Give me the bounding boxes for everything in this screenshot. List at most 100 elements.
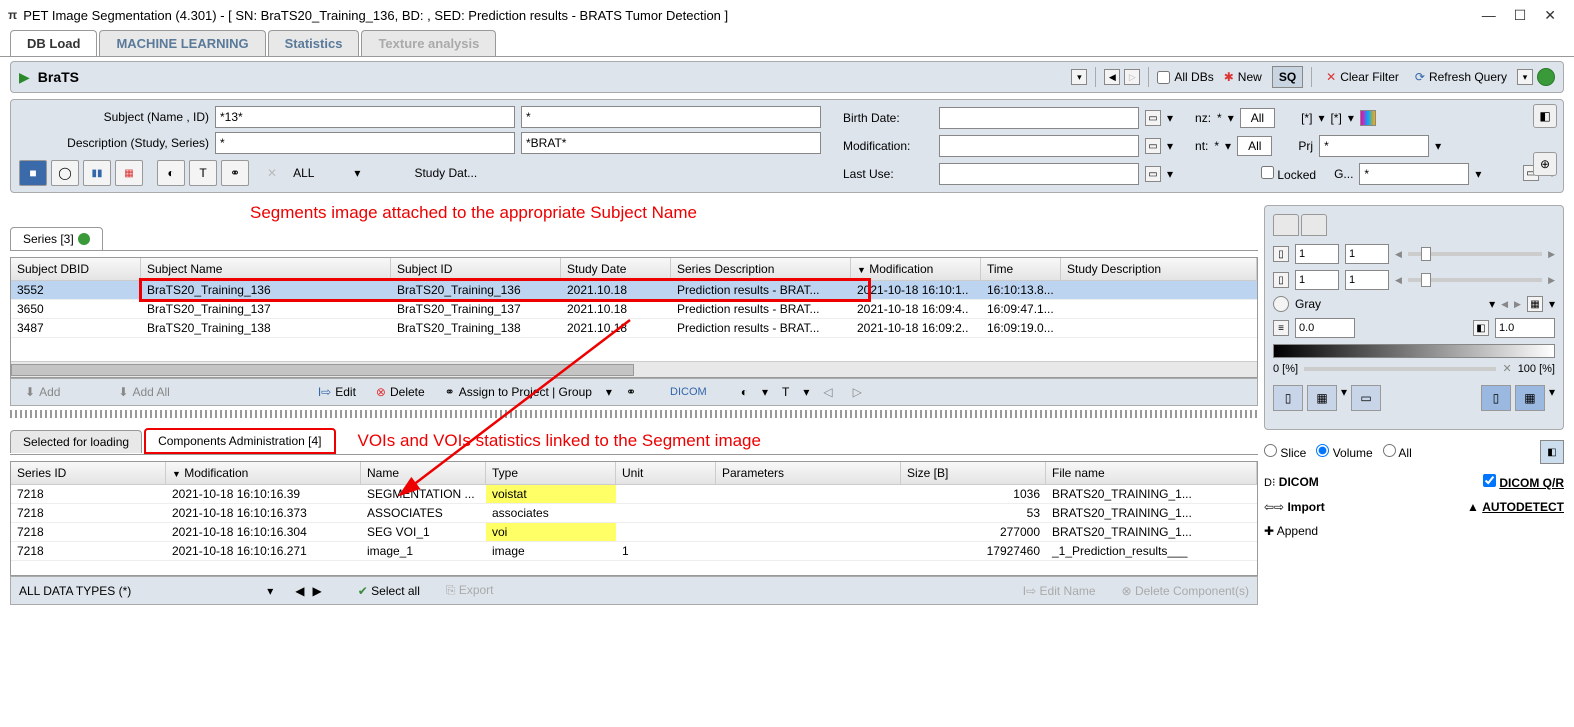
ccol-size[interactable]: Size [B] [901, 462, 1046, 484]
add-all-button[interactable]: ⬇ Add All [112, 383, 175, 401]
gray-tool-dd[interactable]: ▾ [1549, 297, 1555, 311]
ccol-mod[interactable]: ▼ Modification [166, 462, 361, 484]
slider2-prev[interactable]: ◀ [1395, 275, 1402, 286]
last-use-input[interactable] [939, 163, 1139, 185]
layout-2[interactable]: ▦ [1307, 385, 1337, 411]
mod-dd[interactable]: ▾ [1167, 139, 1173, 153]
refresh-dropdown[interactable]: ▾ [1517, 69, 1533, 85]
side-btn-2[interactable]: ⊕ [1533, 152, 1557, 176]
nav-next2[interactable]: ▷ [847, 383, 868, 401]
maximize-button[interactable]: ☐ [1514, 7, 1527, 24]
dicom-icon[interactable]: DICOM [664, 384, 713, 400]
sq-button[interactable]: SQ [1272, 66, 1303, 88]
gray-prev[interactable]: ◀ [1501, 299, 1508, 310]
nav-prev[interactable]: ◀ [1104, 69, 1120, 85]
slider2-b[interactable] [1345, 270, 1389, 290]
tool-crop[interactable]: ◐ [157, 160, 185, 186]
minimize-button[interactable]: — [1482, 7, 1496, 24]
play-icon[interactable]: ▶ [19, 69, 30, 86]
series-row[interactable]: 3650BraTS20_Training_137BraTS20_Training… [11, 300, 1257, 319]
locked-checkbox[interactable]: Locked [1261, 166, 1316, 182]
add-button[interactable]: ⬇ Add [19, 383, 66, 401]
view-mode-2[interactable]: ◯ [51, 160, 79, 186]
component-row[interactable]: 72182021-10-18 16:10:16.373ASSOCIATESass… [11, 504, 1257, 523]
layout-dd[interactable]: ▾ [1341, 385, 1347, 411]
prj-dd[interactable]: ▾ [1435, 139, 1441, 153]
tab-texture-analysis[interactable]: Texture analysis [361, 30, 496, 56]
group-icon[interactable]: ⚭ [620, 383, 642, 401]
gray-tool1[interactable]: ▦ [1527, 296, 1543, 312]
tab-statistics[interactable]: Statistics [268, 30, 360, 56]
slider2-next[interactable]: ▶ [1548, 275, 1555, 286]
slider1-b[interactable] [1345, 244, 1389, 264]
view-mode-3[interactable]: ▮▮ [83, 160, 111, 186]
radio-slice[interactable]: Slice [1264, 444, 1306, 460]
col-dbid[interactable]: Subject DBID [11, 258, 141, 280]
tab-selected-loading[interactable]: Selected for loading [10, 430, 142, 453]
birth-dd[interactable]: ▾ [1167, 111, 1173, 125]
ccol-params[interactable]: Parameters [716, 462, 901, 484]
layout-3[interactable]: ▭ [1351, 385, 1381, 411]
layout-dd2[interactable]: ▾ [1549, 385, 1555, 411]
bracket1[interactable]: [*] [1301, 111, 1312, 125]
nav-prev3[interactable]: ◀ [295, 584, 304, 598]
nz-dd[interactable]: ▾ [1228, 111, 1234, 125]
edit-name-button[interactable]: I⇨ Edit Name [1023, 584, 1096, 598]
ccol-sid[interactable]: Series ID [11, 462, 166, 484]
desc-study-input[interactable] [215, 132, 515, 154]
import-button[interactable]: ⇦⇨ Import [1264, 500, 1325, 514]
subject-name-input[interactable] [215, 106, 515, 128]
modification-input[interactable] [939, 135, 1139, 157]
text-dd[interactable]: ▾ [803, 385, 809, 399]
close-button[interactable]: ✕ [1544, 7, 1556, 24]
scope-icon[interactable]: ◧ [1540, 440, 1564, 464]
tool-group[interactable]: ⚭ [221, 160, 249, 186]
gray-dd[interactable]: ▾ [1489, 297, 1495, 311]
pct-track[interactable] [1304, 367, 1496, 371]
tab-components-admin[interactable]: Components Administration [4] [144, 428, 335, 454]
edit-button[interactable]: I⇨ Edit [312, 383, 362, 401]
color-icon[interactable] [1360, 110, 1376, 126]
col-time[interactable]: Time [981, 258, 1061, 280]
slider2-track[interactable] [1408, 278, 1542, 282]
assign-dd[interactable]: ▾ [606, 385, 612, 399]
col-sname[interactable]: Subject Name [141, 258, 391, 280]
series-row[interactable]: 3487BraTS20_Training_138BraTS20_Training… [11, 319, 1257, 338]
new-button[interactable]: ✱ New [1218, 68, 1268, 86]
col-mod[interactable]: ▼ Modification [851, 258, 981, 280]
autodetect-button[interactable]: ▲ AUTODETECT [1467, 500, 1564, 514]
nav-next[interactable]: ▷ [1124, 69, 1140, 85]
gradient-bar[interactable] [1273, 344, 1555, 358]
dicom-qr-checkbox[interactable]: DICOM Q/R [1483, 474, 1564, 490]
clear-filter-button[interactable]: ✕ Clear Filter [1320, 68, 1405, 86]
tab-machine-learning[interactable]: MACHINE LEARNING [99, 30, 265, 56]
mod-picker[interactable]: ▭ [1145, 138, 1161, 154]
b1-dd[interactable]: ▾ [1318, 111, 1324, 125]
radio-all[interactable]: All [1383, 444, 1412, 460]
birth-date-picker1[interactable]: ▭ [1145, 110, 1161, 126]
desc-series-input[interactable] [521, 132, 821, 154]
nt-dd[interactable]: ▾ [1225, 139, 1231, 153]
text-icon2[interactable]: T [776, 383, 795, 401]
crop-dd[interactable]: ▾ [762, 385, 768, 399]
all-selector[interactable]: ALL▾ [285, 164, 368, 182]
g-input[interactable] [1359, 163, 1469, 185]
birth-date-input[interactable] [939, 107, 1139, 129]
prj-input[interactable] [1319, 135, 1429, 157]
layout-5[interactable]: ▦ [1515, 385, 1545, 411]
col-sdate[interactable]: Study Date [561, 258, 671, 280]
select-all-button[interactable]: ✔ Select all [358, 584, 420, 598]
layout-1[interactable]: ▯ [1273, 385, 1303, 411]
slider2-a[interactable] [1295, 270, 1339, 290]
ccol-fname[interactable]: File name [1046, 462, 1257, 484]
tool-text[interactable]: T [189, 160, 217, 186]
source-dropdown[interactable]: ▾ [1071, 69, 1087, 85]
all-dbs-checkbox[interactable]: All DBs [1157, 70, 1213, 84]
slider1-prev[interactable]: ◀ [1395, 249, 1402, 260]
ccol-name[interactable]: Name [361, 462, 486, 484]
append-button[interactable]: ✚ Append [1264, 524, 1318, 538]
view-mode-1[interactable]: ■ [19, 160, 47, 186]
last-picker[interactable]: ▭ [1145, 166, 1161, 182]
col-stdesc[interactable]: Study Description [1061, 258, 1257, 280]
ccol-type[interactable]: Type [486, 462, 616, 484]
